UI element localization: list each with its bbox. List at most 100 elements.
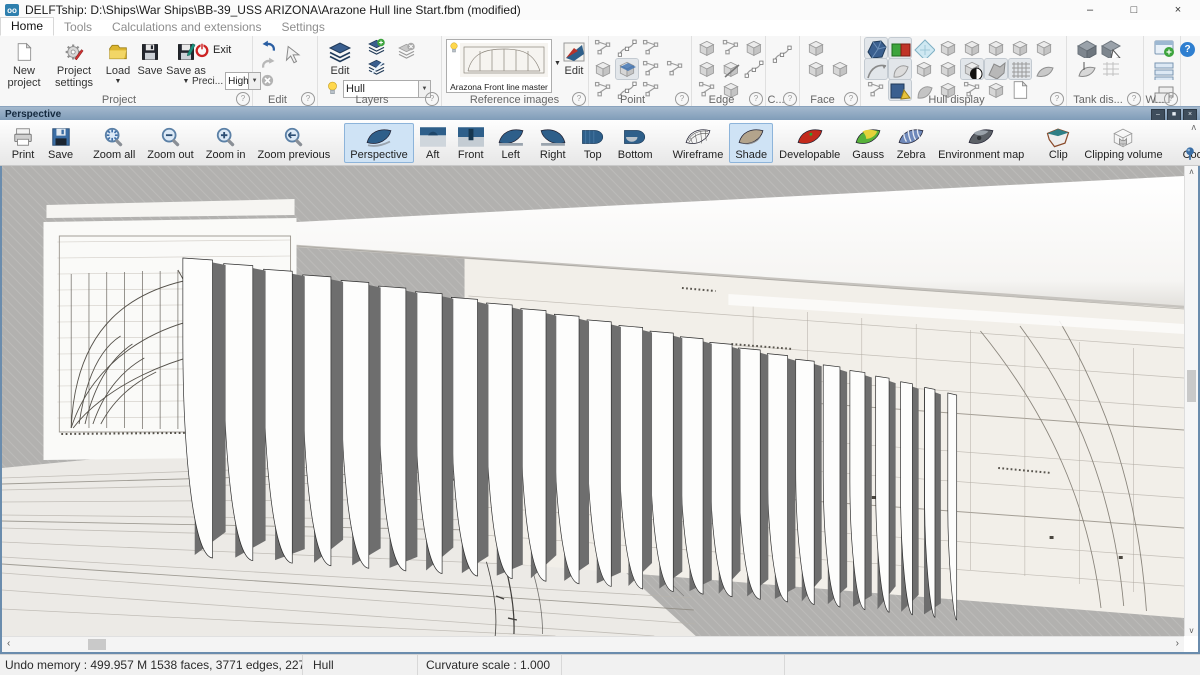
toolbar-button-front[interactable]: Front <box>452 123 490 163</box>
edge-tool-icon[interactable] <box>696 38 718 58</box>
hull-display-tool-icon[interactable] <box>865 38 887 58</box>
hull-display-tool-icon[interactable] <box>937 59 959 79</box>
load-dropdown-caret[interactable]: ▼ <box>102 78 134 85</box>
layers-edit-button[interactable]: Edit <box>319 38 361 78</box>
point-tool-icon[interactable] <box>592 38 614 58</box>
edit-help-icon[interactable]: ? <box>301 92 315 106</box>
toolbar-button-zoom-in[interactable]: Zoom in <box>200 123 252 163</box>
edge-tool-icon[interactable] <box>743 59 765 79</box>
tab-tools[interactable]: Tools <box>54 19 102 36</box>
point-tool-icon[interactable] <box>616 59 638 79</box>
redo-icon[interactable] <box>260 55 277 71</box>
scroll-up-icon[interactable]: ᴧ <box>1185 167 1198 176</box>
save-button[interactable]: Save <box>134 38 166 78</box>
edge-help-icon[interactable]: ? <box>749 92 763 106</box>
hull-display-tool-icon[interactable] <box>1033 59 1055 79</box>
reference-help-icon[interactable]: ? <box>572 92 586 106</box>
collapse-chevron-icon[interactable]: ᴧ <box>1192 122 1197 132</box>
hull-display-tool-icon[interactable] <box>1009 38 1031 58</box>
tank-tool-icon[interactable] <box>1099 59 1121 79</box>
hull-display-help-icon[interactable]: ? <box>1050 92 1064 106</box>
edge-tool-icon[interactable] <box>743 38 765 58</box>
toolbar-button-environment-map[interactable]: Environment map <box>932 123 1030 163</box>
layer-delete-icon[interactable] <box>397 42 416 60</box>
toolbar-button-developable[interactable]: Developable <box>773 123 846 163</box>
viewport-vertical-scrollbar[interactable]: ᴧ ᴠ <box>1184 166 1198 636</box>
hull-display-tool-icon[interactable] <box>889 38 911 58</box>
face-tool-icon[interactable] <box>805 38 827 58</box>
tank-tool-icon[interactable] <box>1099 38 1121 58</box>
toolbar-button-top[interactable]: Top <box>574 123 612 163</box>
hull-display-tool-icon[interactable] <box>961 38 983 58</box>
ribbon-help-icon[interactable]: ? <box>1180 42 1195 57</box>
scroll-down-icon[interactable]: ᴠ <box>1185 626 1198 635</box>
tank-tool-icon[interactable] <box>1075 38 1097 58</box>
exit-button[interactable]: Exit <box>194 42 250 58</box>
toolbar-button-print[interactable]: Print <box>4 123 42 163</box>
hull-display-tool-icon[interactable] <box>985 38 1007 58</box>
window-tool-icon[interactable] <box>1152 37 1174 57</box>
hull-display-tool-icon[interactable] <box>913 59 935 79</box>
edge-tool-icon[interactable] <box>720 59 742 79</box>
window-tool-icon[interactable] <box>1152 60 1174 80</box>
load-button[interactable]: Load ▼ <box>102 38 134 85</box>
layers-help-icon[interactable]: ? <box>425 92 439 106</box>
toolbar-button-zoom-all[interactable]: Zoom all <box>87 123 141 163</box>
hull-display-tool-icon[interactable] <box>889 59 911 79</box>
hull-display-tool-icon[interactable] <box>937 38 959 58</box>
point-tool-icon[interactable] <box>616 38 638 58</box>
window-help-icon[interactable]: ? <box>1164 92 1178 106</box>
toolbar-button-right[interactable]: Right <box>532 123 574 163</box>
hull-display-tool-icon[interactable] <box>1033 38 1055 58</box>
close-button[interactable]: × <box>1156 0 1200 20</box>
toolbar-button-zebra[interactable]: Zebra <box>890 123 932 163</box>
hull-display-tool-icon[interactable] <box>913 38 935 58</box>
tank-display-help-icon[interactable]: ? <box>1127 92 1141 106</box>
scroll-right-icon[interactable]: › <box>1176 638 1179 649</box>
toolbar-button-clip[interactable]: Clip <box>1038 123 1078 163</box>
undo-icon[interactable] <box>260 38 277 54</box>
toolbar-button-zoom-out[interactable]: Zoom out <box>141 123 199 163</box>
curve-help-icon[interactable]: ? <box>783 92 797 106</box>
reference-image-thumbnail[interactable]: Arazona Front line master <box>446 39 552 93</box>
select-cursor-icon[interactable] <box>284 44 304 64</box>
minimize-button[interactable]: – <box>1068 0 1112 20</box>
edge-tool-icon[interactable] <box>696 59 718 79</box>
toolbar-button-clipping-volume[interactable]: Clipping volume <box>1078 123 1168 163</box>
pin-icon[interactable] <box>1184 146 1196 160</box>
project-help-icon[interactable]: ? <box>236 92 250 106</box>
project-settings-button[interactable]: Project settings <box>48 38 100 89</box>
horizontal-scroll-thumb[interactable] <box>88 639 106 650</box>
hull-display-tool-icon[interactable] <box>1009 59 1031 79</box>
toolbar-button-aft[interactable]: Aft <box>414 123 452 163</box>
reference-edit-button[interactable]: Edit <box>560 38 588 78</box>
vertical-scroll-thumb[interactable] <box>1187 370 1196 402</box>
toolbar-button-left[interactable]: Left <box>490 123 532 163</box>
hull-display-tool-icon[interactable] <box>865 59 887 79</box>
tab-settings[interactable]: Settings <box>271 19 334 36</box>
toolbar-button-zoom-previous[interactable]: Zoom previous <box>251 123 336 163</box>
new-project-button[interactable]: New project <box>2 38 46 89</box>
toolbar-button-bottom[interactable]: Bottom <box>612 123 659 163</box>
layer-add-icon[interactable] <box>367 38 386 56</box>
toolbar-button-perspective[interactable]: Perspective <box>344 123 413 163</box>
tab-home[interactable]: Home <box>0 17 54 36</box>
face-tool-icon[interactable] <box>805 59 827 79</box>
delete-icon[interactable] <box>260 73 275 88</box>
toolbar-button-save[interactable]: Save <box>42 123 79 163</box>
toolbar-button-shade[interactable]: Shade <box>729 123 773 163</box>
edge-tool-icon[interactable] <box>720 38 742 58</box>
layer-edit-icon[interactable] <box>367 58 386 76</box>
hull-display-tool-icon[interactable] <box>961 59 983 79</box>
point-tool-icon[interactable] <box>592 59 614 79</box>
point-help-icon[interactable]: ? <box>675 92 689 106</box>
toolbar-button-gauss[interactable]: Gauss <box>846 123 890 163</box>
curve-tool-icon[interactable] <box>771 44 793 64</box>
face-help-icon[interactable]: ? <box>844 92 858 106</box>
point-tool-icon[interactable] <box>664 59 686 79</box>
tank-tool-icon[interactable] <box>1075 59 1097 79</box>
viewport-horizontal-scrollbar[interactable]: ‹ › <box>2 636 1184 652</box>
toolbar-button-wireframe[interactable]: Wireframe <box>667 123 730 163</box>
point-tool-icon[interactable] <box>640 59 662 79</box>
viewport-3d-scene[interactable] <box>2 166 1184 636</box>
